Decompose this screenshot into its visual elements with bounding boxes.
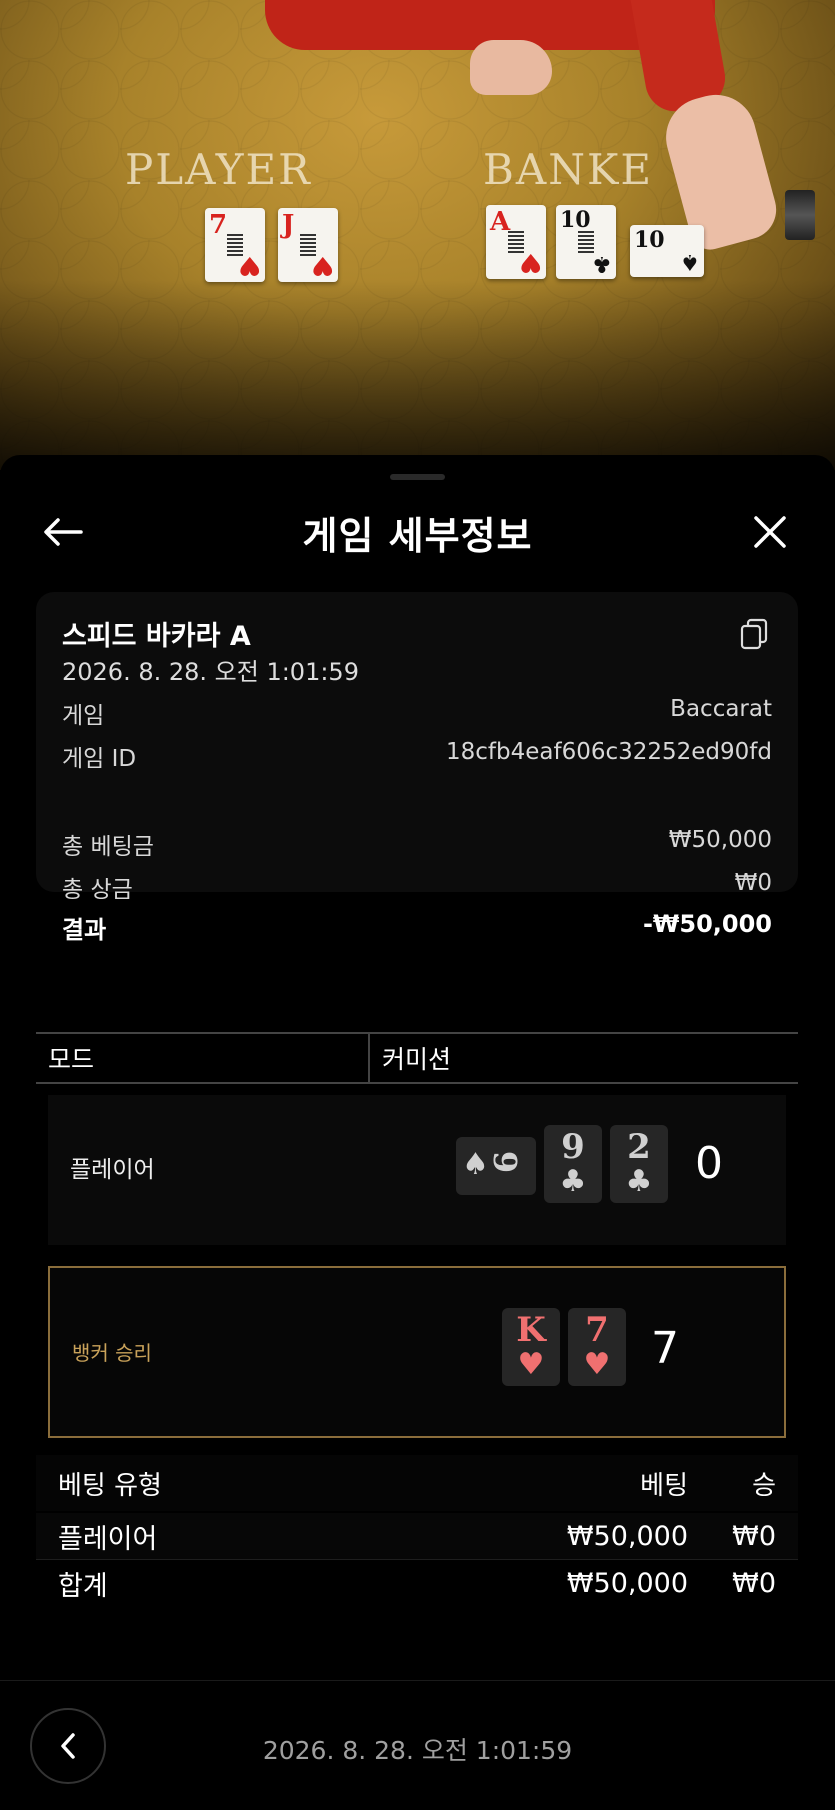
result-row: 결과 -₩50,000	[62, 910, 772, 945]
total-row: 합계 ₩50,000 ₩0	[36, 1560, 798, 1606]
banker-card: 7 ♥	[568, 1308, 626, 1386]
total-win-row: 총 상금 ₩0	[62, 870, 772, 904]
commission-header: 커미션	[382, 1045, 452, 1074]
banker-score: 7	[651, 1323, 679, 1374]
table-card: 10 ♣	[556, 205, 616, 279]
card-suit: ♠	[462, 1147, 489, 1182]
table-card: J ♥	[278, 208, 338, 282]
game-name: 스피드 바카라 A	[62, 621, 251, 652]
card-suit: ♣	[559, 1164, 587, 1199]
game-datetime: 2026. 8. 28. 오전 1:01:59	[62, 658, 359, 686]
game-details-sheet: 게임 세부정보 스피드 바카라 A 2026. 8. 28. 오전 1:01:5…	[0, 455, 835, 1810]
card-suit: ♥	[583, 1347, 611, 1382]
card-suit: ♠	[680, 249, 700, 275]
player-card: 2 ♣	[610, 1125, 668, 1203]
card-rank: J	[282, 210, 295, 240]
total-win-label: 총 상금	[62, 877, 133, 903]
table-row: 플레이어 ₩50,000 ₩0	[36, 1513, 798, 1560]
game-type-row: 게임 Baccarat	[62, 696, 772, 730]
total-win-amount: ₩0	[732, 1567, 776, 1599]
total-bet-value: ₩50,000	[668, 827, 772, 853]
close-button[interactable]	[745, 507, 795, 557]
game-id-row: 게임 ID 18cfb4eaf606c32252ed90fd	[62, 739, 772, 773]
result-label: 결과	[62, 916, 107, 944]
card-barcode	[578, 231, 594, 253]
player-card-sideways: ♠ 9	[456, 1137, 536, 1195]
banker-hand-label: 뱅커 승리	[72, 1341, 152, 1365]
card-rank: 2	[627, 1127, 651, 1167]
player-score: 0	[695, 1138, 723, 1189]
dealer-left-hand	[470, 40, 552, 95]
game-type-label: 게임	[62, 703, 105, 729]
result-value: -₩50,000	[642, 910, 772, 938]
table-card: 7 ♥	[205, 208, 265, 282]
card-rank: 10	[634, 227, 665, 253]
table-banker-label: BANKE	[483, 145, 653, 194]
card-rank: 7	[585, 1310, 609, 1350]
card-suit: ♥	[237, 250, 261, 280]
card-suit: ♥	[518, 247, 542, 277]
bet-amount: ₩50,000	[566, 1520, 688, 1552]
video-fade	[0, 280, 835, 470]
table-player-label: PLAYER	[125, 145, 312, 194]
card-rank: 9	[561, 1127, 585, 1167]
game-id-value: 18cfb4eaf606c32252ed90fd	[445, 739, 772, 765]
table-card: A ♥	[486, 205, 546, 279]
mode-table: 모드 커미션	[36, 1032, 798, 1084]
bet-type: 플레이어	[58, 1523, 158, 1555]
banker-hand: 뱅커 승리 K ♥ 7 ♥ 7	[48, 1266, 786, 1438]
win-amount: ₩0	[732, 1520, 776, 1552]
game-type-value: Baccarat	[670, 696, 772, 722]
live-video-feed: PLAYER BANKE 7 ♥ J ♥ A ♥ 10 ♣ 10 ♠	[0, 0, 835, 470]
card-suit: ♥	[517, 1347, 545, 1382]
total-bet-amount: ₩50,000	[566, 1567, 688, 1599]
player-hand: 플레이어 ♠ 9 9 ♣ 2 ♣ 0	[48, 1095, 786, 1245]
mode-header: 모드	[36, 1034, 370, 1082]
close-icon	[754, 516, 786, 548]
game-summary-card: 스피드 바카라 A 2026. 8. 28. 오전 1:01:59 게임 Bac…	[36, 592, 798, 944]
card-rank: 10	[560, 207, 591, 233]
footer-divider	[0, 1680, 835, 1681]
card-suit: ♣	[625, 1164, 653, 1199]
sheet-title: 게임 세부정보	[302, 514, 533, 558]
table-card: 10 ♠	[630, 225, 704, 277]
total-win-value: ₩0	[734, 870, 772, 896]
chip-stack	[785, 190, 815, 240]
total-label: 합계	[58, 1570, 108, 1602]
card-rank: K	[516, 1310, 546, 1350]
footer-datetime: 2026. 8. 28. 오전 1:01:59	[262, 1736, 573, 1765]
card-suit: ♥	[310, 250, 334, 280]
card-rank: 9	[486, 1150, 525, 1174]
bet-type-header: 베팅 유형	[58, 1470, 162, 1501]
card-rank: 7	[209, 210, 228, 240]
card-suit: ♣	[592, 251, 612, 277]
total-bet-row: 총 베팅금 ₩50,000	[62, 827, 772, 861]
game-id-label: 게임 ID	[62, 746, 137, 772]
banker-card: K ♥	[502, 1308, 560, 1386]
copy-icon	[740, 618, 768, 650]
bet-amount-header: 베팅	[640, 1470, 688, 1501]
total-bet-label: 총 베팅금	[62, 834, 154, 860]
win-amount-header: 승	[752, 1470, 776, 1501]
bet-table-header: 베팅 유형 베팅 승	[36, 1455, 798, 1511]
player-card: 9 ♣	[544, 1125, 602, 1203]
player-hand-label: 플레이어	[70, 1157, 155, 1183]
copy-button[interactable]	[739, 618, 771, 652]
drag-handle[interactable]	[390, 474, 445, 480]
